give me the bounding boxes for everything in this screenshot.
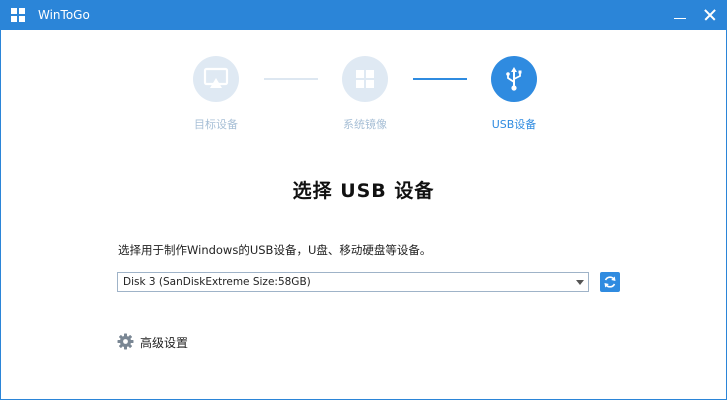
title-bar: WinToGo	[0, 0, 727, 30]
windows-logo-icon	[356, 70, 374, 88]
monitor-icon	[203, 67, 229, 88]
window-title: WinToGo	[38, 8, 90, 22]
advanced-settings-label: 高级设置	[140, 336, 189, 350]
refresh-icon	[604, 276, 616, 288]
step-connector-2	[413, 78, 467, 80]
step-connector-1	[264, 78, 318, 80]
refresh-button[interactable]	[600, 272, 620, 292]
usb-icon	[506, 67, 522, 91]
disk-select-dropdown[interactable]: Disk 3 (SanDiskExtreme Size:58GB)	[117, 272, 589, 292]
step-label-usb-device: USB设备	[491, 118, 537, 131]
instruction-text: 选择用于制作Windows的USB设备，U盘、移动硬盘等设备。	[118, 243, 432, 257]
close-button[interactable]	[699, 4, 721, 26]
windows-logo-icon	[11, 8, 25, 22]
step-usb-device	[491, 56, 537, 102]
chevron-down-icon[interactable]	[576, 280, 584, 285]
step-target-device	[193, 56, 239, 102]
step-label-target-device: 目标设备	[194, 118, 238, 131]
minimize-button[interactable]	[669, 4, 691, 26]
page-title: 选择 USB 设备	[292, 180, 435, 202]
minimize-icon	[674, 18, 686, 19]
gear-icon	[117, 333, 134, 350]
step-system-image	[342, 56, 388, 102]
step-label-system-image: 系统镜像	[343, 118, 387, 131]
disk-select-value: Disk 3 (SanDiskExtreme Size:58GB)	[123, 276, 311, 288]
